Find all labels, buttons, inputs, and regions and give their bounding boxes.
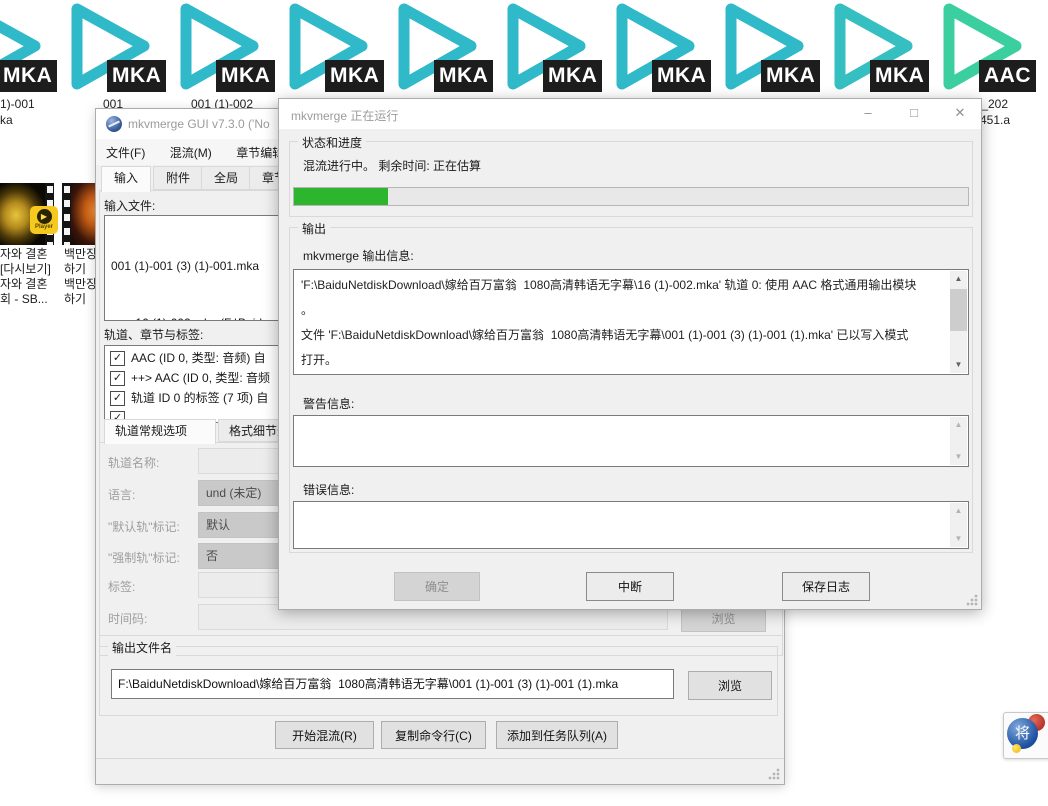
file-type-badge: MKA	[325, 60, 384, 92]
scroll-up-icon: ▲	[950, 503, 967, 519]
default-track-label: "默认轨"标记:	[108, 518, 180, 535]
minimize-button[interactable]: –	[845, 99, 891, 129]
file-type-badge: AAC	[979, 60, 1036, 92]
track-name-label: 轨道名称:	[108, 454, 159, 471]
warnings-label: 警告信息:	[303, 395, 354, 412]
mkvmerge-app-icon	[106, 116, 122, 132]
scrollbar[interactable]: ▲ ▼	[950, 503, 967, 547]
save-log-button[interactable]: 保存日志	[782, 572, 870, 601]
language-label: 语言:	[108, 486, 135, 503]
resize-grip[interactable]	[768, 768, 780, 780]
track-row-label: 轨道 ID 0 的标签 (7 项) 自	[131, 388, 268, 408]
screen: { "desktop": { "audio_icons": [ {"lines"…	[0, 0, 1048, 806]
scroll-down-icon: ▼	[950, 449, 967, 465]
film-sprockets	[62, 183, 71, 245]
start-muxing-button[interactable]: 开始混流(R)	[275, 721, 374, 749]
desktop-audio-file-icon[interactable]: MKA1)-001ka	[0, 0, 54, 133]
window-title: mkvmerge GUI v7.3.0 ('No	[128, 117, 270, 131]
copy-command-line-button[interactable]: 复制命令行(C)	[381, 721, 486, 749]
ime-icon[interactable]: 将	[1007, 718, 1038, 749]
file-type-badge: MKA	[652, 60, 711, 92]
potplayer-badge-icon: ▶ Player	[30, 206, 58, 234]
resize-grip[interactable]	[966, 594, 978, 606]
output-line: 'F:\BaiduNetdiskDownload\嫁给百万富翁 1080高清韩语…	[301, 273, 948, 298]
scroll-down-icon: ▼	[950, 531, 967, 547]
input-files-label: 输入文件:	[104, 197, 155, 214]
tab-track-general-options[interactable]: 轨道常规选项	[104, 419, 216, 444]
file-type-badge: MKA	[107, 60, 166, 92]
close-button[interactable]: ✕	[937, 99, 983, 129]
errors-box[interactable]: ▲ ▼	[293, 501, 969, 549]
file-type-badge: MKA	[434, 60, 493, 92]
ime-yellow-dot-icon	[1012, 744, 1021, 753]
file-type-badge: MKA	[0, 60, 57, 92]
abort-button[interactable]: 中断	[586, 572, 674, 601]
timecode-label: 时间码:	[108, 610, 147, 627]
progress-fill	[294, 188, 388, 205]
tags-label: 标签:	[108, 578, 135, 595]
add-to-job-queue-button[interactable]: 添加到任务队列(A)	[496, 721, 618, 749]
output-group-label: 输出	[298, 220, 330, 237]
output-line: 打开。	[301, 348, 948, 373]
scroll-down-icon[interactable]: ▼	[950, 357, 967, 373]
player-badge-text: Player	[35, 224, 53, 231]
file-type-badge: MKA	[870, 60, 929, 92]
track-row-label: ++> AAC (ID 0, 类型: 音频	[131, 368, 270, 388]
checkbox-checked[interactable]: ✓	[110, 351, 125, 366]
output-browse-button[interactable]: 浏览	[688, 671, 772, 700]
mkvmerge-running-dialog: mkvmerge 正在运行 – □ ✕ 状态和进度 混流进行中。 剩余时间: 正…	[278, 98, 982, 610]
scrollbar[interactable]: ▲ ▼	[950, 271, 967, 373]
tab-input[interactable]: 输入	[101, 166, 151, 192]
input-method-panel[interactable]: 将	[1003, 712, 1048, 759]
file-type-badge: MKA	[216, 60, 275, 92]
tab-attachments[interactable]: 附件	[153, 166, 203, 190]
file-type-badge: MKA	[543, 60, 602, 92]
muxing-status-text: 混流进行中。 剩余时间: 正在估算	[303, 157, 481, 174]
warnings-box[interactable]: ▲ ▼	[293, 415, 969, 467]
dialog-titlebar[interactable]: mkvmerge 正在运行 – □ ✕	[279, 99, 981, 129]
status-progress-group-label: 状态和进度	[298, 134, 366, 151]
mkvmerge-output-box[interactable]: 'F:\BaiduNetdiskDownload\嫁给百万富翁 1080高清韩语…	[293, 269, 969, 375]
status-bar	[96, 758, 784, 784]
scroll-up-icon[interactable]: ▲	[950, 271, 967, 287]
tracks-label: 轨道、章节与标签:	[104, 326, 203, 343]
file-type-badge: MKA	[761, 60, 820, 92]
track-row-label: AAC (ID 0, 类型: 音频) 自	[131, 348, 266, 368]
progress-bar	[293, 187, 969, 206]
menu-file[interactable]: 文件(F)	[96, 139, 155, 166]
scroll-up-icon: ▲	[950, 417, 967, 433]
scrollbar[interactable]: ▲ ▼	[950, 417, 967, 465]
tab-global[interactable]: 全局	[201, 166, 251, 190]
forced-track-label: "强制轨"标记:	[108, 549, 180, 566]
output-line: 。	[301, 298, 948, 323]
output-filename-group-label: 输出文件名	[108, 639, 176, 656]
ok-button: 确定	[394, 572, 480, 601]
checkbox-checked[interactable]: ✓	[110, 371, 125, 386]
output-line: 文件 'F:\BaiduNetdiskDownload\嫁给百万富翁 1080高…	[301, 323, 948, 348]
output-filename-input[interactable]: F:\BaiduNetdiskDownload\嫁给百万富翁 1080高清韩语无…	[111, 669, 674, 699]
play-icon: ▶	[37, 209, 52, 224]
mkvmerge-output-label: mkvmerge 输出信息:	[303, 247, 414, 264]
maximize-button[interactable]: □	[891, 99, 937, 129]
icon-label: 자와 결혼 [다시보기] 자와 결혼 회 - SB...	[0, 247, 58, 307]
menu-muxing[interactable]: 混流(M)	[160, 139, 222, 166]
checkbox-checked[interactable]: ✓	[110, 391, 125, 406]
errors-label: 错误信息:	[303, 481, 354, 498]
scroll-thumb[interactable]	[950, 289, 967, 331]
dialog-title: mkvmerge 正在运行	[291, 107, 398, 124]
